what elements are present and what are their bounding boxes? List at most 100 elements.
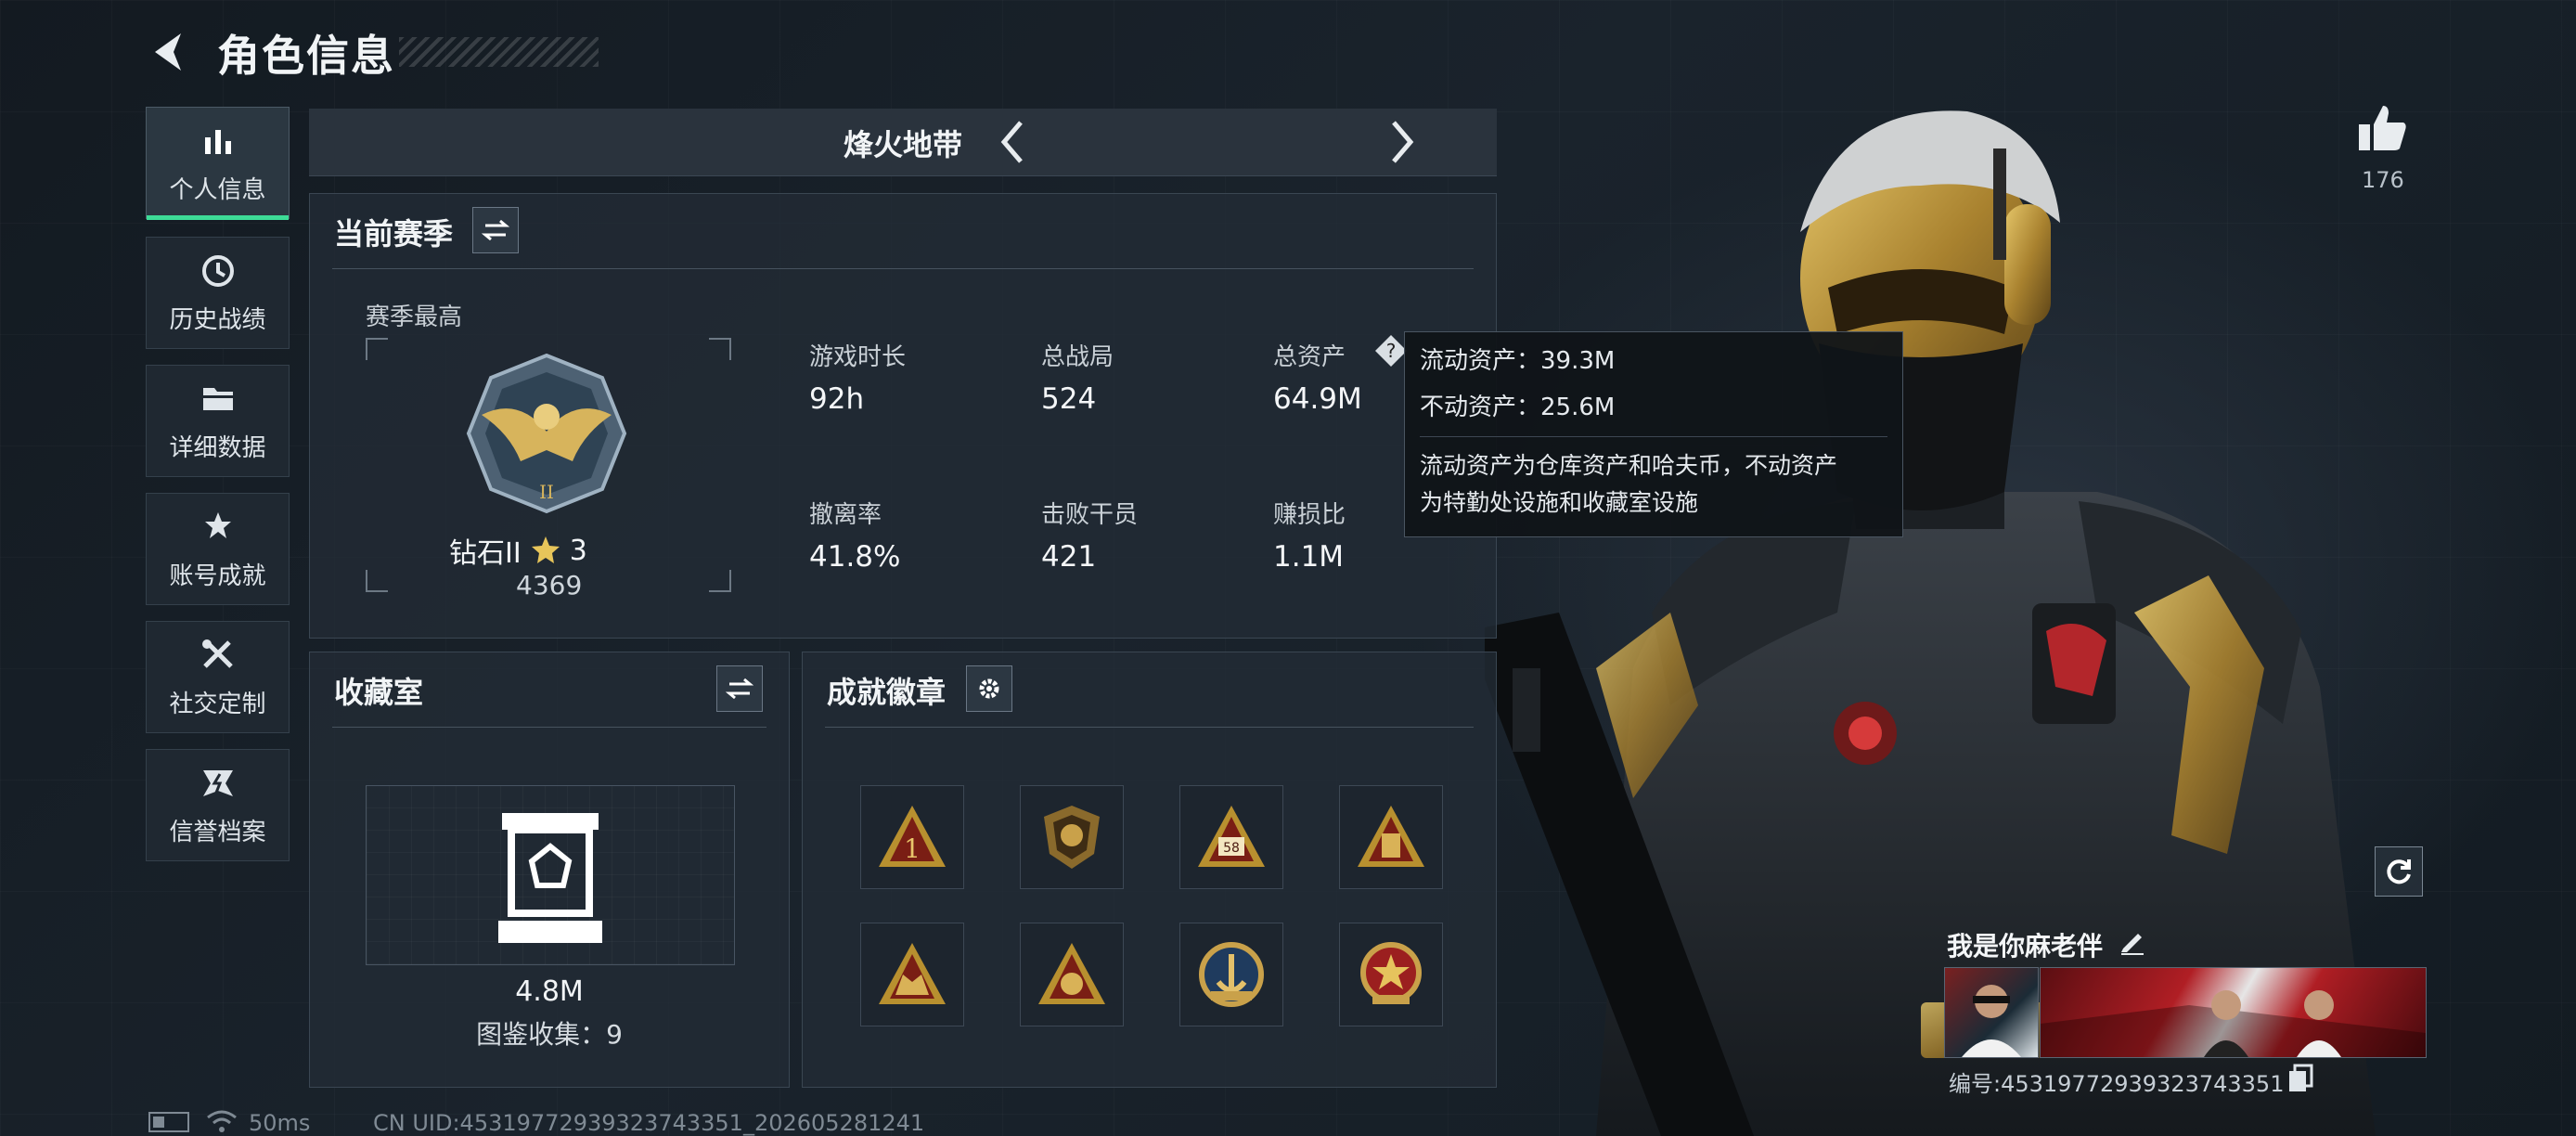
avatar[interactable] <box>1944 967 2039 1058</box>
tower-badge-icon[interactable] <box>1339 785 1443 889</box>
collection-divider <box>332 727 766 728</box>
player-id-suffix: 1 <box>2270 1071 2285 1097</box>
tooltip-liquid: 流动资产：39.3M <box>1420 347 1616 375</box>
star-icon <box>531 536 560 563</box>
lion-shield-badge-icon[interactable] <box>1020 785 1124 889</box>
svg-text:1: 1 <box>904 833 921 864</box>
stat-label-profit-ratio: 赚损比 <box>1273 501 1346 529</box>
sidebar-item-label: 社交定制 <box>169 691 266 718</box>
svg-text:II: II <box>539 481 554 503</box>
season-switch-button[interactable] <box>472 207 519 253</box>
back-arrow-icon <box>155 33 181 71</box>
uid-text: CN UID:45319772939323743351_202605281241 <box>373 1110 925 1136</box>
season-best-label: 赛季最高 <box>366 303 463 331</box>
stat-label-playtime: 游戏时长 <box>809 343 907 371</box>
rank-1-badge-icon[interactable]: 1 <box>860 785 964 889</box>
collection-value: 4.8M <box>515 975 584 1008</box>
stat-label-kills: 击败干员 <box>1041 501 1139 529</box>
stat-value-assets: 64.9M <box>1273 382 1362 416</box>
rank-emblem-icon: II <box>466 353 627 514</box>
display-case-icon <box>498 813 602 943</box>
collection-panel: 收藏室 4.8M 图鉴收集：9 <box>309 652 790 1088</box>
like-count: 176 <box>2362 167 2404 193</box>
stat-value-playtime: 92h <box>809 382 865 416</box>
squad-badge-icon[interactable] <box>860 923 964 1026</box>
copy-icon[interactable] <box>2287 1064 2313 1091</box>
achievements-title: 成就徽章 <box>827 675 947 710</box>
battery-icon <box>148 1112 189 1132</box>
season-panel: 当前赛季 赛季最高 II 钻石II 3 4369 游戏时长 92h 总战局 52… <box>309 193 1497 639</box>
achievement-icon <box>198 507 238 548</box>
frame-corner <box>709 570 731 592</box>
tooltip-note-line2: 为特勤处设施和收藏室设施 <box>1420 489 1699 516</box>
sidebar-item-label: 账号成就 <box>169 562 266 590</box>
title-decoration <box>399 37 599 67</box>
clock-history-icon <box>198 251 238 291</box>
rank-name: 钻石II <box>449 537 522 570</box>
sidebar-item-social[interactable]: 社交定制 <box>146 621 290 733</box>
achievements-settings-button[interactable] <box>966 665 1012 712</box>
stat-label-matches: 总战局 <box>1041 343 1114 371</box>
folder-icon <box>198 379 238 420</box>
collection-count: 图鉴收集：9 <box>476 1019 623 1050</box>
reputation-icon <box>198 763 238 804</box>
swap-icon <box>726 678 753 700</box>
page-title: 角色信息 <box>217 31 395 81</box>
refresh-icon <box>2387 859 2411 884</box>
stat-label-extract-rate: 撤离率 <box>809 501 882 529</box>
frame-corner <box>709 338 731 360</box>
tooltip-note-line1: 流动资产为仓库资产和哈夫币，不动资产 <box>1420 452 1838 479</box>
rank-points: 4369 <box>516 570 583 600</box>
achievements-panel: 成就徽章 1 58 <box>802 652 1497 1088</box>
sidebar-item-label: 详细数据 <box>169 434 266 462</box>
stat-value-extract-rate: 41.8% <box>809 540 901 574</box>
sidebar-item-reputation[interactable]: 信誉档案 <box>146 749 290 861</box>
tools-icon <box>198 635 238 676</box>
sidebar-item-details[interactable]: 详细数据 <box>146 365 290 477</box>
svg-text:58: 58 <box>1223 841 1240 856</box>
stat-value-matches: 524 <box>1041 382 1097 416</box>
edit-name-icon[interactable] <box>2118 926 2147 958</box>
player-name: 我是你麻老伴 <box>1947 931 2104 962</box>
tooltip-fixed: 不动资产：25.6M <box>1420 394 1616 421</box>
anchor-emblem-badge-icon[interactable] <box>1179 923 1283 1026</box>
stat-value-profit-ratio: 1.1M <box>1273 540 1345 574</box>
svg-text:?: ? <box>1386 340 1397 362</box>
bar-chart-icon <box>198 121 238 161</box>
chevron-right-icon <box>1392 121 1414 163</box>
mode-selector: 烽火地带 <box>309 109 1497 176</box>
collection-switch-button[interactable] <box>716 665 763 712</box>
sidebar-item-label: 历史战绩 <box>169 306 266 334</box>
swap-icon <box>482 219 509 241</box>
star-emblem-badge-icon[interactable] <box>1339 923 1443 1026</box>
next-mode-button[interactable] <box>1376 118 1428 166</box>
collection-display[interactable] <box>366 785 735 965</box>
player-id: 编号:4531977293932374335 <box>1949 1071 2271 1097</box>
name-card-banner[interactable] <box>2040 967 2427 1058</box>
rank-stars: 3 <box>569 534 587 567</box>
helmet-badge-icon[interactable] <box>1020 923 1124 1026</box>
assets-tooltip: 流动资产：39.3M 不动资产：25.6M 流动资产为仓库资产和哈夫币，不动资产… <box>1404 331 1903 537</box>
collection-title: 收藏室 <box>334 675 424 710</box>
season-title: 当前赛季 <box>334 216 454 252</box>
number-58-badge-icon[interactable]: 58 <box>1179 785 1283 889</box>
rank-name-row: 钻石II 3 <box>449 530 587 571</box>
mode-label: 烽火地带 <box>843 127 962 162</box>
sidebar-item-label: 信誉档案 <box>169 819 266 846</box>
season-divider <box>332 268 1474 269</box>
sidebar-item-profile[interactable]: 个人信息 <box>146 107 290 220</box>
wifi-icon <box>207 1110 237 1132</box>
sidebar-item-achievements[interactable]: 账号成就 <box>146 493 290 605</box>
refresh-button[interactable] <box>2375 846 2423 897</box>
back-button[interactable] <box>144 26 200 78</box>
player-id-row: 编号:45319772939323743351 <box>1949 1065 2285 1098</box>
stat-label-assets: 总资产 <box>1273 343 1346 371</box>
achievements-divider <box>825 727 1474 728</box>
thumbs-up-icon[interactable] <box>2355 100 2411 156</box>
tooltip-divider <box>1420 436 1887 437</box>
gear-icon <box>979 678 999 699</box>
ping-text: 50ms <box>249 1110 311 1136</box>
stat-value-kills: 421 <box>1041 540 1097 574</box>
sidebar-item-label: 个人信息 <box>169 176 266 204</box>
sidebar-item-history[interactable]: 历史战绩 <box>146 237 290 349</box>
